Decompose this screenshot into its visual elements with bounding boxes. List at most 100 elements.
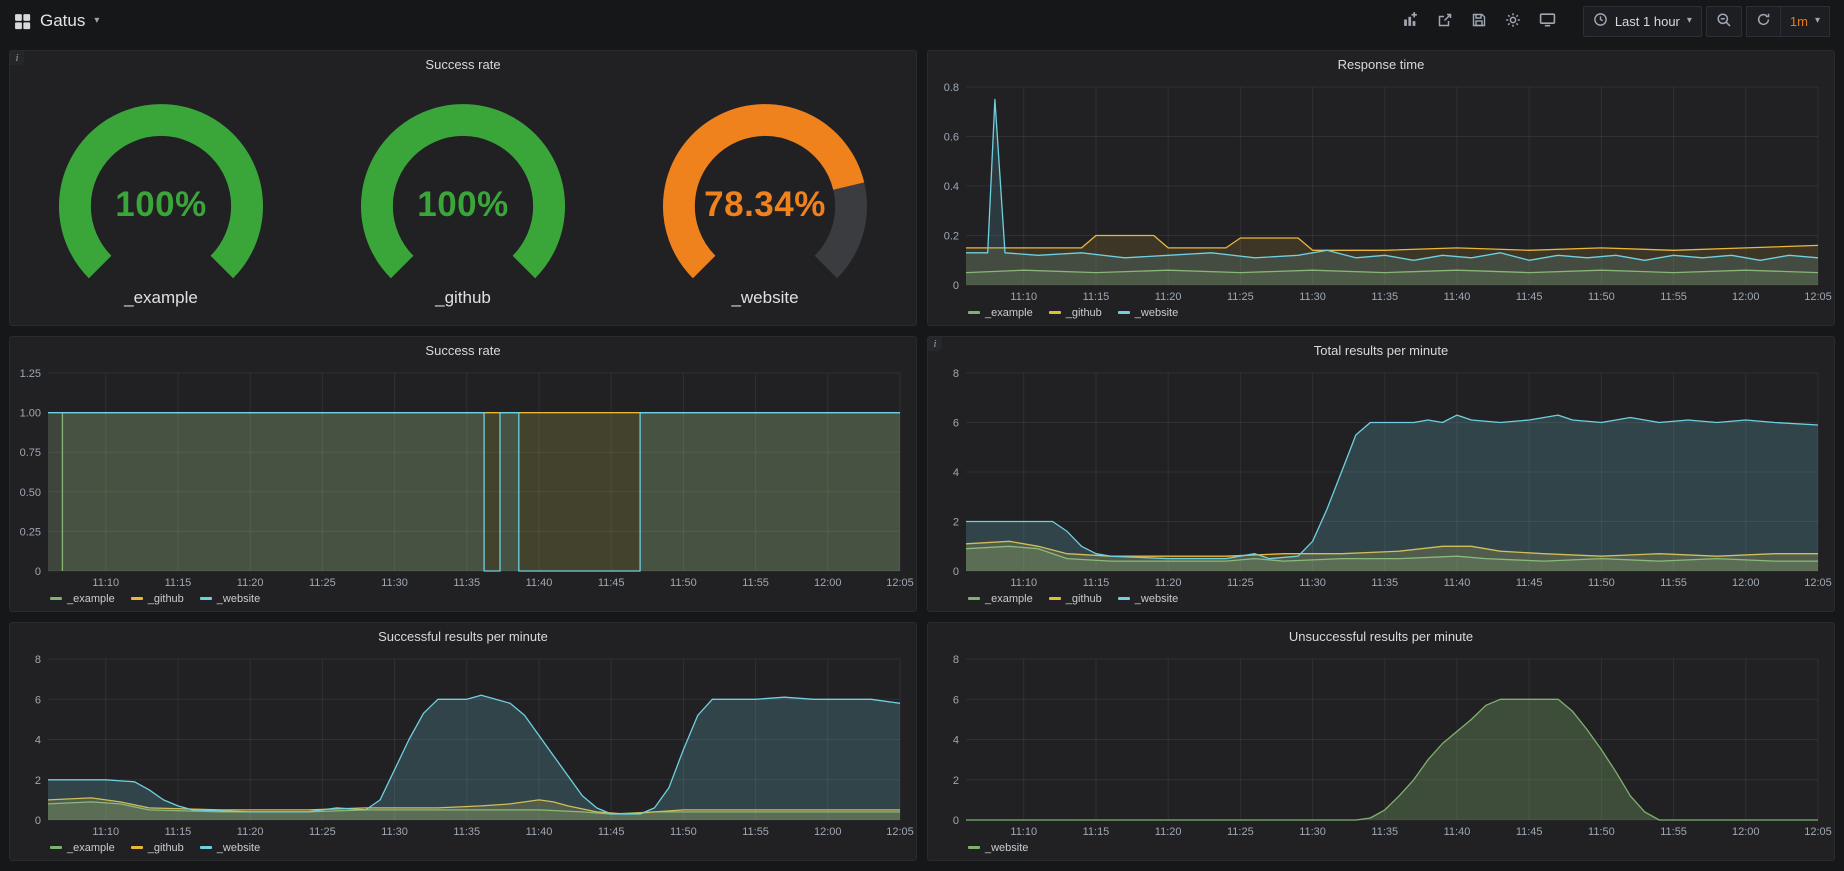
chart-canvas[interactable]: 00.250.500.751.001.2511:1011:1511:2011:2… [10, 363, 916, 591]
chart-canvas[interactable]: 0246811:1011:1511:2011:2511:3011:3511:40… [928, 649, 1834, 840]
svg-text:12:05: 12:05 [1804, 577, 1832, 589]
svg-text:2: 2 [953, 775, 959, 787]
svg-text:0.4: 0.4 [944, 181, 959, 193]
svg-text:0.75: 0.75 [20, 447, 41, 459]
dashboards-grid-icon[interactable] [14, 13, 31, 30]
svg-text:11:10: 11:10 [1010, 577, 1037, 589]
legend-item-_example[interactable]: _example [968, 307, 1033, 319]
panel-info-icon[interactable]: i [10, 51, 24, 65]
legend-item-_github[interactable]: _github [131, 593, 184, 605]
legend-swatch-icon [1049, 597, 1061, 600]
dashboard-title[interactable]: Gatus [40, 11, 85, 31]
legend-series-name: _example [67, 842, 115, 854]
svg-text:11:40: 11:40 [526, 577, 553, 589]
chart-canvas[interactable]: 00.20.40.60.811:1011:1511:2011:2511:3011… [928, 77, 1834, 305]
legend-item-_website[interactable]: _website [200, 593, 260, 605]
dashboard-settings-button[interactable] [1496, 6, 1530, 37]
refresh-interval-caret-icon: ▾ [1815, 16, 1820, 26]
chart-canvas[interactable]: 0246811:1011:1511:2011:2511:3011:3511:40… [10, 649, 916, 840]
panel-title[interactable]: Unsuccessful results per minute [928, 623, 1834, 649]
svg-text:11:30: 11:30 [1299, 291, 1326, 303]
legend-item-_github[interactable]: _github [131, 842, 184, 854]
legend-item-_website[interactable]: _website [1118, 593, 1178, 605]
svg-text:11:50: 11:50 [1588, 291, 1615, 303]
legend-swatch-icon [50, 846, 62, 849]
panel-total-results: i Total results per minute 0246811:1011:… [927, 336, 1835, 612]
panel-title[interactable]: Total results per minute [928, 337, 1834, 363]
gauge-arc-wrap: 78.34% [634, 90, 896, 296]
gear-icon [1505, 12, 1521, 31]
svg-text:11:30: 11:30 [1299, 577, 1326, 589]
svg-text:1.25: 1.25 [20, 368, 41, 380]
svg-text:12:00: 12:00 [1732, 577, 1760, 589]
legend-swatch-icon [968, 311, 980, 314]
svg-text:11:50: 11:50 [1588, 826, 1615, 838]
panel-title[interactable]: Success rate [10, 337, 916, 363]
svg-text:12:05: 12:05 [1804, 826, 1832, 838]
svg-text:11:35: 11:35 [1371, 826, 1398, 838]
svg-text:11:55: 11:55 [1660, 291, 1687, 303]
svg-text:11:30: 11:30 [381, 826, 408, 838]
legend-item-_website[interactable]: _website [200, 842, 260, 854]
svg-text:1.00: 1.00 [20, 408, 41, 420]
svg-text:11:15: 11:15 [165, 826, 192, 838]
legend-swatch-icon [1118, 311, 1130, 314]
zoom-out-icon [1716, 12, 1732, 31]
svg-text:11:50: 11:50 [670, 826, 697, 838]
legend-item-_example[interactable]: _example [50, 842, 115, 854]
refresh-icon [1756, 12, 1771, 30]
legend-item-_example[interactable]: _example [968, 593, 1033, 605]
legend-swatch-icon [968, 846, 980, 849]
legend-series-name: _github [1066, 307, 1102, 319]
panel-response-time: Response time 00.20.40.60.811:1011:1511:… [927, 50, 1835, 326]
svg-text:0.25: 0.25 [20, 526, 41, 538]
svg-text:11:20: 11:20 [237, 826, 264, 838]
svg-text:0.8: 0.8 [944, 82, 959, 94]
svg-text:2: 2 [953, 517, 959, 529]
legend-item-_website[interactable]: _website [968, 842, 1028, 854]
dashboard-picker-caret-icon[interactable]: ▾ [94, 16, 99, 26]
add-panel-icon [1402, 11, 1419, 31]
refresh-interval-picker[interactable]: 1m ▾ [1781, 6, 1830, 37]
navbar: Gatus ▾ Last 1 hour ▾ [0, 0, 1844, 42]
svg-text:11:15: 11:15 [1083, 291, 1110, 303]
panel-title[interactable]: Success rate [10, 51, 916, 77]
cycle-view-mode-button[interactable] [1530, 6, 1565, 37]
svg-text:11:55: 11:55 [1660, 577, 1687, 589]
legend-series-name: _website [985, 842, 1028, 854]
zoom-out-button[interactable] [1706, 6, 1742, 37]
chart-canvas[interactable]: 0246811:1011:1511:2011:2511:3011:3511:40… [928, 363, 1834, 591]
legend-swatch-icon [1118, 597, 1130, 600]
panel-success-rate-gauges: i Success rate 100% _example 100% _githu… [9, 50, 917, 326]
svg-text:11:40: 11:40 [1444, 291, 1471, 303]
svg-text:11:50: 11:50 [1588, 577, 1615, 589]
chart-legend: _example _github _website [10, 591, 916, 611]
svg-text:11:45: 11:45 [1516, 291, 1543, 303]
panel-info-icon[interactable]: i [928, 337, 942, 351]
legend-item-_github[interactable]: _github [1049, 593, 1102, 605]
svg-text:6: 6 [953, 418, 959, 430]
svg-text:11:30: 11:30 [381, 577, 408, 589]
legend-item-_example[interactable]: _example [50, 593, 115, 605]
legend-item-_website[interactable]: _website [1118, 307, 1178, 319]
time-range-picker-button[interactable]: Last 1 hour ▾ [1583, 6, 1702, 37]
add-panel-button[interactable] [1393, 6, 1428, 37]
refresh-button[interactable] [1746, 6, 1781, 37]
svg-text:11:25: 11:25 [1227, 291, 1254, 303]
svg-text:11:20: 11:20 [1155, 291, 1182, 303]
legend-series-name: _example [985, 593, 1033, 605]
share-dashboard-button[interactable] [1428, 6, 1462, 37]
svg-text:11:10: 11:10 [1010, 826, 1037, 838]
gauge-github: 100% _github [332, 90, 594, 308]
svg-text:11:45: 11:45 [1516, 577, 1543, 589]
gauge-row: 100% _example 100% _github 78.34% _websi… [10, 77, 916, 325]
panel-title[interactable]: Successful results per minute [10, 623, 916, 649]
svg-text:0: 0 [35, 815, 41, 827]
dashboard-grid: i Success rate 100% _example 100% _githu… [0, 42, 1844, 871]
save-dashboard-button[interactable] [1462, 6, 1496, 37]
legend-item-_github[interactable]: _github [1049, 307, 1102, 319]
panel-title[interactable]: Response time [928, 51, 1834, 77]
svg-text:11:20: 11:20 [237, 577, 264, 589]
legend-series-name: _website [217, 593, 260, 605]
svg-text:11:55: 11:55 [742, 826, 769, 838]
